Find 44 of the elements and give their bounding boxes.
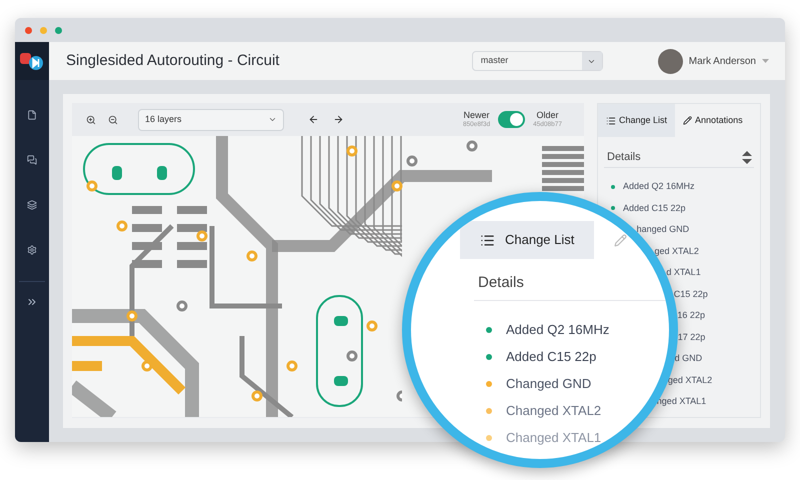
- page-title: Singlesided Autorouting - Circuit: [66, 50, 280, 71]
- change-item[interactable]: hanged GND: [636, 223, 690, 236]
- change-item[interactable]: Changed XTAL2: [506, 400, 602, 420]
- layers-icon[interactable]: [27, 200, 37, 210]
- change-item[interactable]: Added C15 22p: [506, 346, 596, 366]
- change-item[interactable]: Added Q2 16MHz: [623, 180, 695, 194]
- change-item[interactable]: Added Q2 16MHz: [506, 320, 610, 340]
- change-item[interactable]: 16 22p: [677, 309, 705, 322]
- list-icon: [480, 232, 495, 248]
- change-item[interactable]: 17 22p: [678, 330, 706, 344]
- panel-tab[interactable]: Change List: [598, 104, 676, 137]
- change-item[interactable]: C15 22p: [674, 288, 708, 301]
- newer-label: Newer: [464, 110, 490, 120]
- settings-icon[interactable]: [27, 245, 37, 255]
- change-item[interactable]: ged XTAL2: [654, 244, 699, 258]
- change-item[interactable]: Added C15 22p: [623, 202, 686, 215]
- layers-select[interactable]: 16 layers: [138, 108, 284, 130]
- arrow-right-icon[interactable]: [333, 114, 344, 125]
- magnified-tab[interactable]: Change List: [460, 221, 594, 259]
- magnified-details-heading: Details: [478, 273, 524, 293]
- older-label: Older: [536, 110, 559, 120]
- chat-icon[interactable]: [27, 155, 37, 165]
- file-icon[interactable]: [27, 110, 37, 120]
- version-toggle[interactable]: [498, 111, 526, 128]
- sort-icon[interactable]: [742, 150, 752, 164]
- panel-tab[interactable]: Annotations: [675, 104, 751, 137]
- pencil-icon: [683, 116, 692, 125]
- change-item[interactable]: nged XTAL1: [656, 395, 706, 408]
- arrow-left-icon[interactable]: [308, 114, 319, 125]
- zoom-out-icon[interactable]: [108, 114, 118, 124]
- details-heading: Details: [607, 150, 641, 165]
- chevron-down-icon: [268, 115, 277, 124]
- branch-select[interactable]: master: [472, 51, 603, 71]
- expand-icon[interactable]: [26, 296, 38, 308]
- change-item[interactable]: d GND: [674, 352, 702, 366]
- list-icon: [606, 116, 616, 126]
- zoom-in-icon[interactable]: [86, 114, 96, 124]
- pencil-icon: [614, 234, 628, 246]
- change-item[interactable]: d XTAL1: [666, 266, 701, 280]
- avatar: [658, 48, 683, 74]
- logo-icon: [19, 51, 45, 71]
- user-name[interactable]: Mark Anderson: [688, 54, 756, 68]
- change-item[interactable]: ged XTAL2: [668, 374, 712, 387]
- change-item[interactable]: Changed GND: [506, 374, 592, 394]
